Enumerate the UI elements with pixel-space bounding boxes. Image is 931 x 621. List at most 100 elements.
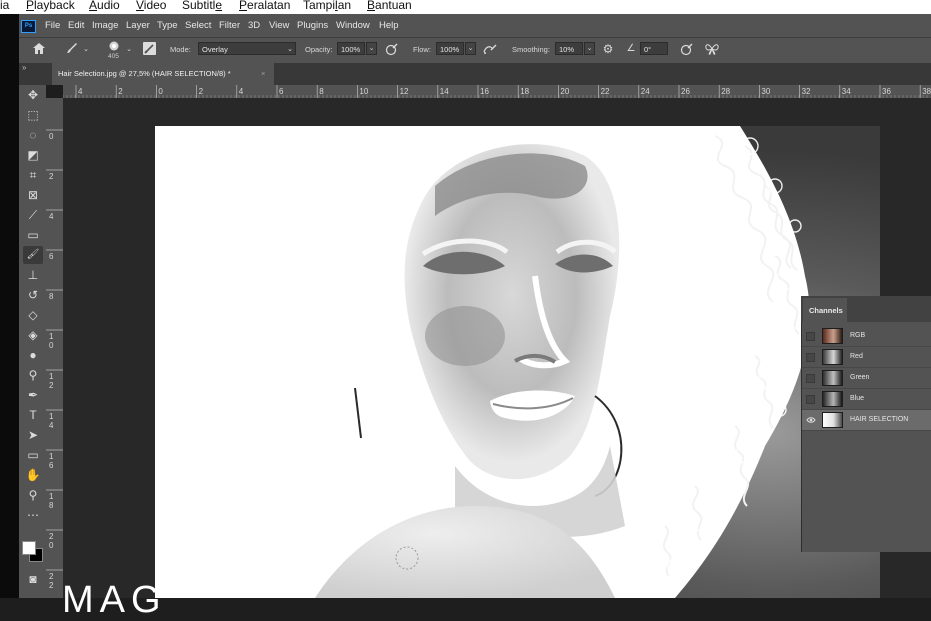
symmetry-butterfly-icon[interactable] — [704, 42, 720, 59]
host-menu-item-audio[interactable]: Audio — [89, 0, 120, 12]
clone-stamp-icon[interactable]: ⊥ — [23, 266, 43, 284]
smoothing-dropdown[interactable]: ⌄ — [584, 42, 595, 55]
chevron-down-icon[interactable]: ⌄ — [82, 43, 90, 57]
host-menu-item-subtitle[interactable]: Subtitle — [182, 0, 222, 12]
path-select-icon[interactable]: ➤ — [23, 426, 43, 444]
home-icon[interactable] — [31, 42, 47, 58]
ruler-top-label: 18 — [520, 87, 529, 96]
channel-name: RGB — [850, 332, 866, 339]
host-menu-item-tools[interactable]: Peralatan — [239, 0, 290, 12]
channel-name: Green — [850, 374, 870, 381]
menu-plugins[interactable]: Plugins — [297, 20, 328, 31]
eraser-icon[interactable]: ◇ — [23, 306, 43, 324]
ruler-left-label: 0 — [49, 341, 54, 350]
object-select-icon[interactable]: ◩ — [23, 146, 43, 164]
ruler-left-label: 1 — [49, 372, 54, 381]
quick-mask-icon[interactable]: ◙ — [23, 570, 43, 588]
menu-image[interactable]: Image — [92, 20, 118, 31]
ruler-top-label: 24 — [641, 87, 650, 96]
flow-dropdown[interactable]: ⌄ — [465, 42, 476, 55]
eyedropper-icon[interactable]: ⟋ — [23, 206, 43, 224]
channel-thumbnail — [822, 370, 843, 386]
document-tab[interactable]: Hair Selection.jpg @ 27,5% (HAIR SELECTI… — [52, 63, 274, 85]
menu-select[interactable]: Select — [185, 20, 211, 31]
channel-thumbnail — [822, 412, 843, 428]
channel-name: HAIR SELECTION — [850, 416, 909, 423]
ruler-left-label: 8 — [49, 292, 54, 301]
dodge-icon[interactable]: ⚲ — [23, 366, 43, 384]
gear-icon[interactable]: ⚙ — [601, 42, 615, 56]
visibility-toggle[interactable] — [806, 332, 815, 341]
collapse-panels-icon[interactable]: » — [22, 63, 26, 72]
smoothing-input[interactable]: 10% — [555, 42, 583, 55]
ruler-top-label: 28 — [721, 87, 730, 96]
blur-icon[interactable]: ● — [23, 346, 43, 364]
crop-icon[interactable]: ⌗ — [23, 166, 43, 184]
opacity-dropdown[interactable]: ⌄ — [366, 42, 377, 55]
pressure-opacity-icon[interactable] — [384, 42, 399, 59]
pressure-size-icon[interactable] — [680, 42, 694, 59]
menu-window[interactable]: Window — [336, 20, 370, 31]
ruler-top-label: 16 — [480, 87, 489, 96]
frame-icon[interactable]: ⊠ — [23, 186, 43, 204]
opacity-input[interactable]: 100% — [337, 42, 365, 55]
airbrush-icon[interactable] — [482, 42, 498, 59]
menu-file[interactable]: File — [45, 20, 60, 31]
mode-select[interactable]: Overlay — [198, 42, 296, 55]
menu-filter[interactable]: Filter — [219, 20, 240, 31]
zoom-icon[interactable]: ⚲ — [23, 486, 43, 504]
host-menu-item-help[interactable]: Bantuan — [367, 0, 412, 12]
channels-tab-label: Channels — [809, 306, 843, 315]
photoshop-logo-icon: Ps — [21, 20, 36, 33]
history-brush-icon[interactable]: ↺ — [23, 286, 43, 304]
visibility-toggle[interactable] — [806, 395, 815, 404]
host-menu-item-video[interactable]: Video — [136, 0, 166, 12]
rectangle-icon[interactable]: ▭ — [23, 446, 43, 464]
hand-icon[interactable]: ✋ — [23, 466, 43, 484]
menu-type[interactable]: Type — [157, 20, 178, 31]
ruler-top-ticks: 4 2 0 2 4 6 8 10 12 14 16 18 20 22 24 26 28 30 32 34 36 38 — [63, 85, 931, 98]
move-icon[interactable]: ✥ — [23, 86, 43, 104]
more-tools-icon[interactable]: ⋯ — [23, 506, 43, 524]
angle-input[interactable]: 0° — [640, 42, 668, 55]
menu-3d[interactable]: 3D — [248, 20, 260, 31]
ruler-top-label: 6 — [279, 87, 284, 96]
host-menu-item-playback[interactable]: Playback — [26, 0, 75, 12]
ruler-top-label: 8 — [319, 87, 324, 96]
close-icon[interactable]: × — [261, 69, 265, 78]
brush-settings-panel-icon[interactable] — [143, 42, 156, 55]
healing-brush-icon[interactable]: ▭ — [23, 226, 43, 244]
brush-preset-icon[interactable] — [64, 41, 80, 58]
ruler-top-label: 34 — [842, 87, 851, 96]
menu-help[interactable]: Help — [379, 20, 399, 31]
host-menu-item-view[interactable]: Tampilan — [303, 0, 351, 12]
visibility-toggle[interactable] — [806, 374, 815, 383]
ruler-top-label: 20 — [560, 87, 569, 96]
menu-view[interactable]: View — [269, 20, 289, 31]
host-menubar: ia Playback Audio Video Subtitle Peralat… — [0, 0, 931, 14]
channels-tab[interactable]: Channels — [803, 298, 847, 322]
foreground-color-swatch[interactable] — [22, 541, 36, 555]
brush-size-value: 405 — [108, 53, 119, 60]
ruler-top-label: 12 — [400, 87, 409, 96]
channel-name: Blue — [850, 395, 865, 402]
type-icon[interactable]: T — [23, 406, 43, 424]
host-menu-item-media[interactable]: ia — [0, 0, 9, 12]
menu-layer[interactable]: Layer — [126, 20, 150, 31]
pen-icon[interactable]: ✒ — [23, 386, 43, 404]
lasso-icon[interactable]: ◌ — [23, 126, 43, 144]
visibility-eye-icon[interactable] — [806, 415, 816, 425]
paint-bucket-icon[interactable]: ◈ — [23, 326, 43, 344]
flow-input[interactable]: 100% — [436, 42, 464, 55]
brush-tip-preview-icon[interactable] — [107, 39, 121, 51]
chevron-down-icon: ⌄ — [287, 46, 293, 53]
brush-icon[interactable]: 🖌 — [23, 246, 43, 264]
ruler-top-label: 10 — [359, 87, 368, 96]
marquee-icon[interactable]: ⬚ — [23, 106, 43, 124]
ruler-top-label: 26 — [681, 87, 690, 96]
chevron-down-icon[interactable]: ⌄ — [125, 43, 133, 57]
menu-edit[interactable]: Edit — [68, 20, 84, 31]
visibility-toggle[interactable] — [806, 353, 815, 362]
document-canvas[interactable] — [155, 126, 880, 598]
angle-icon: ∠ — [626, 43, 636, 54]
